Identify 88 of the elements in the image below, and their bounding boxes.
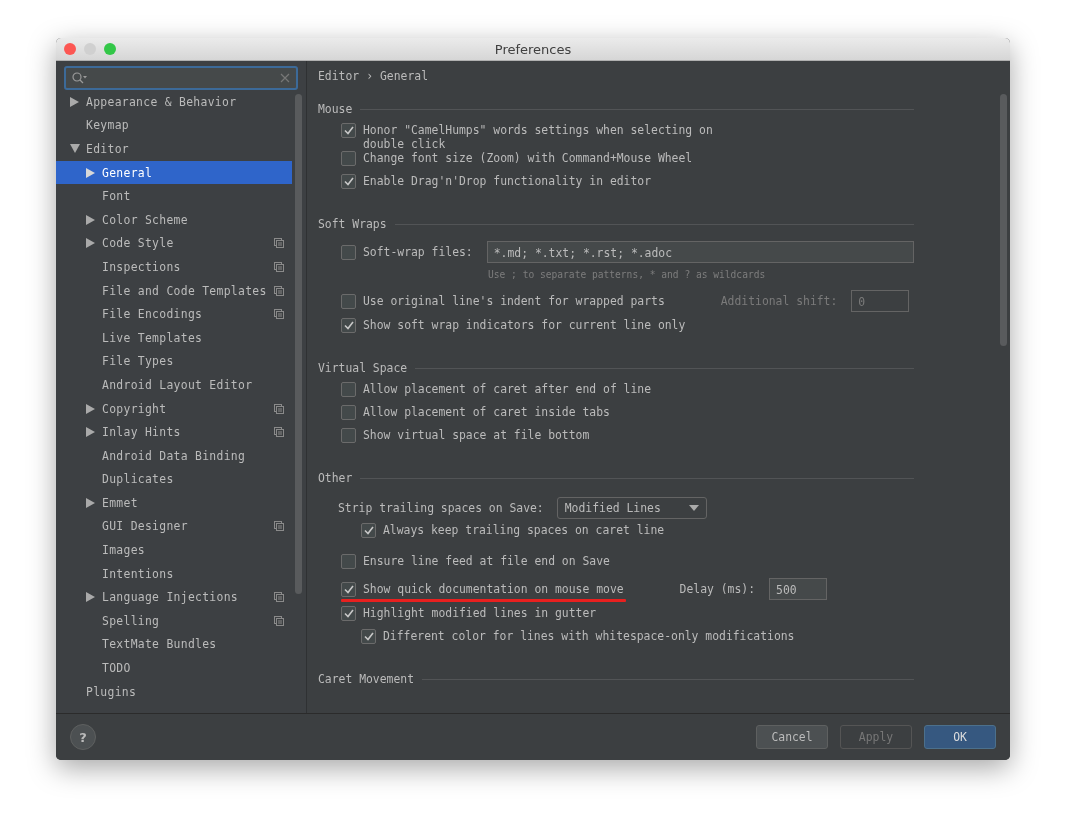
checkbox-label[interactable]: Different color for lines with whitespace-only modifications: [383, 629, 795, 643]
tree-item[interactable]: Plugins: [56, 679, 306, 704]
expand-arrow-icon[interactable]: [70, 96, 79, 107]
section-title: Caret Movement: [318, 672, 414, 686]
breadcrumb-item: General: [380, 69, 429, 85]
tree-item[interactable]: Appearance & Behavior: [56, 90, 306, 114]
tree-item[interactable]: Emmet: [56, 491, 306, 515]
hint-text: Use ; to separate patterns, * and ? as wildcards: [487, 269, 767, 280]
tree-item[interactable]: General: [56, 160, 292, 185]
scrollbar[interactable]: [295, 94, 302, 594]
checkbox[interactable]: [341, 382, 356, 397]
tree-item[interactable]: File and Code Templates: [56, 278, 306, 303]
section-title: Virtual Space: [318, 361, 408, 375]
expand-arrow-icon[interactable]: [86, 238, 95, 249]
tree-item[interactable]: Intentions: [56, 561, 306, 586]
expand-arrow-icon[interactable]: [86, 167, 95, 178]
section-title: Soft Wraps: [318, 217, 387, 231]
field-label: Additional shift:: [720, 294, 838, 308]
tree-item[interactable]: Images: [56, 538, 306, 562]
checkbox-label[interactable]: Change font size (Zoom) with Command+Mouse Wheel: [363, 151, 693, 165]
help-button[interactable]: ?: [70, 724, 96, 750]
search-icon: [72, 72, 88, 84]
expand-arrow-icon[interactable]: [86, 403, 95, 414]
dropdown-caret-icon: [688, 504, 699, 511]
tree-item[interactable]: Keymap: [56, 113, 306, 138]
breadcrumb-item: Editor: [318, 69, 360, 85]
checkbox-label[interactable]: Soft-wrap files:: [363, 245, 473, 259]
tree-item[interactable]: File Types: [56, 349, 306, 374]
tree-item[interactable]: TODO: [56, 656, 306, 680]
checkbox[interactable]: [341, 151, 356, 166]
section-title: Other: [318, 471, 353, 485]
checkbox-label[interactable]: Allow placement of caret inside tabs: [363, 405, 610, 419]
close-button[interactable]: [64, 43, 76, 55]
checkbox[interactable]: [341, 294, 356, 309]
tree-item[interactable]: GUI Designer: [56, 514, 306, 539]
scrollbar[interactable]: [1000, 94, 1007, 346]
breadcrumb-item: ›: [366, 69, 373, 85]
checkbox[interactable]: [341, 244, 356, 260]
expand-arrow-icon[interactable]: [86, 214, 95, 225]
checkbox-label[interactable]: Show quick documentation on mouse move: [363, 582, 624, 596]
checkbox[interactable]: [361, 629, 376, 644]
checkbox-label[interactable]: Honor "CamelHumps" words settings when selecting on double click: [363, 123, 733, 151]
checkbox[interactable]: [341, 318, 356, 333]
checkbox-label[interactable]: Show soft wrap indicators for current line only: [363, 318, 686, 332]
checkbox-label[interactable]: Highlight modified lines in gutter: [363, 606, 597, 620]
dropdown-label: Strip trailing spaces on Save:: [338, 500, 544, 515]
checkbox[interactable]: [341, 606, 356, 621]
checkbox[interactable]: [341, 582, 356, 597]
expand-arrow-icon[interactable]: [86, 497, 95, 508]
field-label: Delay (ms):: [679, 582, 756, 596]
tree-item[interactable]: Copyright: [56, 396, 306, 421]
checkbox[interactable]: [341, 428, 356, 443]
checkbox-label[interactable]: Use original line's indent for wrapped parts: [363, 294, 665, 308]
tree-item[interactable]: Android Layout Editor: [56, 373, 306, 397]
dialog-button[interactable]: Cancel: [756, 725, 828, 749]
tree-item[interactable]: File Encodings: [56, 302, 306, 326]
checkbox[interactable]: [341, 123, 356, 138]
checkbox[interactable]: [341, 405, 356, 420]
tree-item[interactable]: Code Style: [56, 231, 306, 256]
tree-item[interactable]: Editor: [56, 137, 306, 161]
checkbox[interactable]: [341, 174, 356, 189]
number-field[interactable]: 500: [769, 578, 828, 600]
tree-item[interactable]: Duplicates: [56, 467, 306, 492]
checkbox[interactable]: [341, 554, 356, 569]
section-title: Mouse: [318, 102, 353, 116]
dialog-button[interactable]: OK: [924, 725, 996, 749]
tree-item[interactable]: Live Templates: [56, 325, 306, 350]
strip-spaces-dropdown[interactable]: Modified Lines: [556, 496, 707, 519]
expand-arrow-icon[interactable]: [86, 592, 95, 603]
window-title: Preferences: [494, 41, 572, 57]
checkbox-label[interactable]: Show virtual space at file bottom: [363, 428, 590, 442]
tree-item[interactable]: TextMate Bundles: [56, 632, 306, 657]
tree-item[interactable]: Android Data Binding: [56, 443, 306, 468]
tree-item[interactable]: Inlay Hints: [56, 420, 306, 444]
tree-item[interactable]: Color Scheme: [56, 207, 306, 232]
expand-arrow-icon[interactable]: [86, 427, 95, 438]
checkbox-label[interactable]: Enable Drag'n'Drop functionality in editor: [363, 174, 652, 188]
checkbox-label[interactable]: Ensure line feed at file end on Save: [363, 554, 610, 568]
tree-item[interactable]: Font: [56, 184, 306, 208]
tree-item[interactable]: Spelling: [56, 609, 306, 633]
tree-item[interactable]: Language Injections: [56, 585, 306, 610]
search-field[interactable]: [64, 66, 298, 90]
checkbox-label[interactable]: Allow placement of caret after end of line: [363, 382, 652, 396]
tree-item[interactable]: Inspections: [56, 255, 306, 279]
checkbox[interactable]: [361, 523, 376, 538]
checkbox-label[interactable]: Always keep trailing spaces on caret line: [383, 523, 665, 537]
patterns-field[interactable]: *.md; *.txt; *.rst; *.adoc: [486, 241, 914, 263]
collapse-arrow-icon[interactable]: [70, 144, 80, 154]
